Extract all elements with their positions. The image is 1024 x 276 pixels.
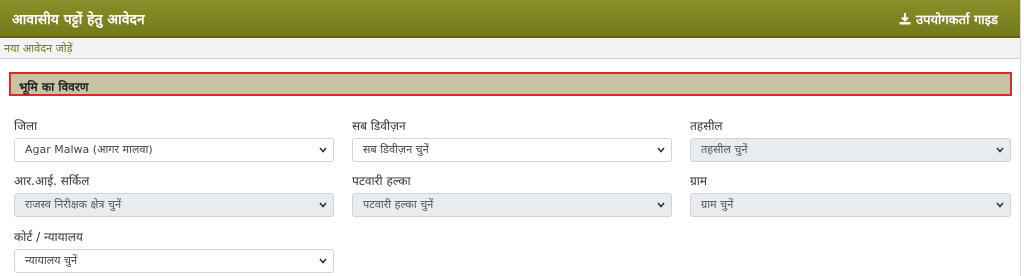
user-guide-button[interactable]: उपयोगकर्ता गाइड (899, 10, 998, 28)
chevron-down-icon (996, 147, 1004, 153)
new-application-link[interactable]: नया आवेदन जोड़ें (4, 41, 73, 56)
subnav: नया आवेदन जोड़ें (0, 38, 1020, 59)
chevron-down-icon (319, 202, 327, 208)
district-label: जिला (14, 119, 38, 133)
patwari-halka-label: पटवारी हल्का (352, 174, 411, 188)
patwari-halka-select-value: पटवारी हल्का चुनें (363, 198, 434, 211)
header-bar: आवासीय पट्टों हेतु आवेदन उपयोगकर्ता गाइड (0, 0, 1020, 38)
district-select-value: Agar Malwa (आगर मालवा) (25, 143, 153, 156)
village-select-value: ग्राम चुनें (701, 198, 734, 211)
user-guide-label: उपयोगकर्ता गाइड (915, 13, 998, 28)
tehsil-select[interactable]: तहसील चुनें (690, 138, 1011, 162)
subdivision-select[interactable]: सब डिवीज़न चुनें (352, 138, 672, 162)
ri-circle-label: आर.आई. सर्किल (14, 174, 90, 188)
page-title: आवासीय पट्टों हेतु आवेदन (12, 12, 145, 28)
chevron-down-icon (319, 147, 327, 153)
tehsil-select-value: तहसील चुनें (701, 143, 748, 156)
patwari-halka-select[interactable]: पटवारी हल्का चुनें (352, 193, 672, 217)
chevron-down-icon (657, 147, 665, 153)
chevron-down-icon (657, 202, 665, 208)
court-select[interactable]: न्यायालय चुनें (14, 249, 334, 273)
download-icon (899, 13, 911, 25)
village-label: ग्राम (690, 174, 708, 188)
ri-circle-select[interactable]: राजस्व निरीक्षक क्षेत्र चुनें (14, 193, 334, 217)
court-label: कोर्ट / न्यायालय (14, 230, 83, 244)
ri-circle-select-value: राजस्व निरीक्षक क्षेत्र चुनें (25, 198, 122, 211)
section-header: भूमि का विवरण (9, 72, 1012, 96)
subdivision-select-value: सब डिवीज़न चुनें (363, 143, 429, 156)
chevron-down-icon (319, 258, 327, 264)
chevron-down-icon (996, 202, 1004, 208)
subdivision-label: सब डिवीज़न (352, 119, 406, 133)
tehsil-label: तहसील (690, 119, 723, 133)
district-select[interactable]: Agar Malwa (आगर मालवा) (14, 138, 334, 162)
section-title: भूमि का विवरण (19, 80, 89, 94)
court-select-value: न्यायालय चुनें (25, 254, 78, 267)
village-select[interactable]: ग्राम चुनें (690, 193, 1011, 217)
